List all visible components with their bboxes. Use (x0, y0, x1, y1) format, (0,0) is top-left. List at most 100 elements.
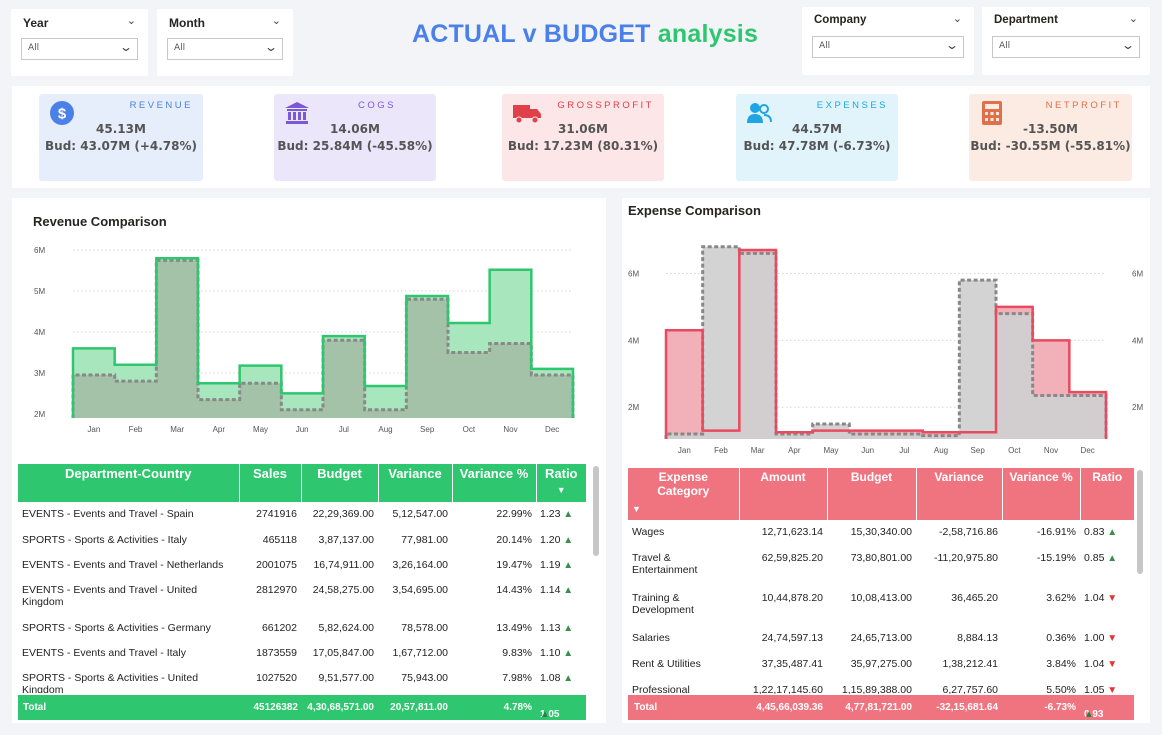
total-variance: 20,57,811.00 (390, 702, 448, 713)
kpi-card-revenue[interactable]: $ REVENUE 45.13M Bud: 43.07M (+4.78%) (39, 94, 203, 181)
year-slicer[interactable]: Year ⌄ All ⌄ (11, 9, 148, 76)
cell-value: 1,15,89,388.00 (841, 684, 912, 694)
ratio-value: 1.04 (1084, 658, 1105, 670)
revenue-table-scrollbar[interactable] (593, 466, 599, 556)
table-row[interactable]: SPORTS - Sports & Activities - Germany 66… (18, 616, 586, 641)
col-header-sales[interactable]: Sales (239, 464, 302, 502)
col-header-variance-pct[interactable]: Variance % (1002, 468, 1081, 520)
table-row[interactable]: Rent & Utilities 37,35,487.41 35,97,275.00… (628, 652, 1134, 678)
x-tick-label: Oct (1008, 446, 1021, 455)
table-row[interactable]: Training & Development 10,44,878.20 10,08,… (628, 586, 1134, 626)
slicer-label: Year (23, 16, 49, 30)
cell-ratio: 1.05 ▼ (1080, 678, 1134, 694)
title-part-1: ACTUAL v BUDGET (411, 20, 651, 48)
kpi-card-grossprofit[interactable]: GROSSPROFIT 31.06M Bud: 17.23M (80.31%) (502, 94, 664, 181)
kpi-card-expenses[interactable]: EXPENSES 44.57M Bud: 47.78M (-6.73%) (736, 94, 898, 181)
col-header-ratio[interactable]: Ratio ▼ (536, 464, 586, 502)
cell-label: Training & Development (632, 592, 694, 616)
revenue-chart[interactable]: 2M 3M 4M 5M 6M Jan Feb Mar Apr May Jun Jul Aug Sep Oct… (12, 232, 606, 442)
table-row[interactable]: EVENTS - Events and Travel - Spain 274191… (18, 502, 586, 528)
chevron-down-icon[interactable]: ⌄ (272, 14, 281, 27)
cell-value: 2001075 (256, 559, 297, 571)
department-slicer[interactable]: Department ⌄ All ⌄ (982, 7, 1150, 75)
table-row[interactable]: Travel & Entertainment 62,59,825.20 73,80,… (628, 546, 1134, 586)
month-slicer[interactable]: Month ⌄ All ⌄ (157, 9, 293, 76)
triangle-down-icon: ▼ (1104, 633, 1118, 644)
ratio-value: 1.00 (1084, 632, 1105, 644)
x-tick-label: Jan (87, 425, 100, 434)
ratio-value: 1.13 (540, 622, 561, 634)
cell-value: 7.98% (502, 672, 532, 684)
col-header-department-country[interactable]: Department-Country (18, 464, 240, 502)
y-tick-label: 6M (628, 269, 639, 278)
cell-value: 12,71,623.14 (761, 526, 823, 538)
expense-table[interactable]: Expense Category ▼ Amount Budget Variance… (628, 468, 1134, 694)
ratio-value: 1.04 (1084, 592, 1105, 604)
cell-value: 78,578.00 (401, 622, 448, 634)
kpi-budget: Bud: -30.55M (-55.81%) (970, 139, 1131, 153)
cell-label: SPORTS - Sports & Activities - Germany (22, 622, 211, 634)
x-tick-label: Sep (420, 425, 435, 434)
revenue-chart-title: Revenue Comparison (33, 214, 167, 229)
table-row[interactable]: EVENTS - Events and Travel - United King… (18, 578, 586, 616)
total-sales: 45126382 (253, 702, 299, 713)
x-tick-label: Sep (971, 446, 986, 455)
y-tick-label: 2M (628, 403, 639, 412)
table-row[interactable]: Professional 1,22,17,145.60 1,15,89,388.00… (628, 678, 1134, 694)
cell-value: 465118 (262, 534, 297, 546)
expense-chart[interactable]: 2M 2M 4M 4M 6M 6M Jan Feb Mar Apr May Jun Jul Aug Sep O… (622, 228, 1150, 460)
svg-text:$: $ (58, 106, 67, 123)
table-row[interactable]: EVENTS - Events and Travel - Italy 187355… (18, 641, 586, 666)
cell-value: 62,59,825.20 (761, 552, 823, 564)
expense-table-scrollbar[interactable] (1137, 470, 1143, 574)
x-tick-label: Jun (861, 446, 874, 455)
cell-value: 3.62% (1046, 592, 1076, 604)
y-tick-label-right: 6M (1132, 269, 1143, 278)
triangle-up-icon: ▲ (560, 623, 574, 634)
col-header-variance[interactable]: Variance (916, 468, 1003, 520)
chevron-down-icon[interactable]: ⌄ (127, 14, 136, 27)
kpi-value: 45.13M (96, 122, 146, 136)
department-dropdown[interactable]: All ⌄ (992, 36, 1140, 58)
x-tick-label: May (253, 425, 268, 434)
table-row[interactable]: Wages 12,71,623.14 15,30,340.00 -2,58,716.8… (628, 520, 1134, 546)
cell-label: SPORTS - Sports & Activities - United Ki… (22, 672, 199, 693)
sort-desc-icon: ▼ (556, 485, 566, 495)
x-tick-label: Jan (678, 446, 691, 455)
table-row[interactable]: EVENTS - Events and Travel - Netherlands… (18, 553, 586, 578)
cell-value: 5,82,624.00 (318, 622, 374, 634)
kpi-budget: Bud: 17.23M (80.31%) (507, 139, 659, 153)
chevron-down-icon[interactable]: ⌄ (1129, 12, 1138, 25)
col-header-budget[interactable]: Budget (827, 468, 917, 520)
col-header-variance-pct[interactable]: Variance % (452, 464, 537, 502)
cell-ratio: 1.10 ▲ (536, 641, 586, 666)
kpi-card-cogs[interactable]: COGS 14.06M Bud: 25.84M (-45.58%) (274, 94, 436, 181)
col-header-ratio[interactable]: Ratio (1080, 468, 1134, 520)
total-label: Total (23, 702, 47, 713)
cell-ratio: 0.83 ▲ (1080, 520, 1134, 546)
col-header-expense-category[interactable]: Expense Category ▼ (628, 468, 740, 520)
cell-value: 13.49% (496, 622, 532, 634)
dropdown-value: All (174, 43, 186, 53)
col-header-variance[interactable]: Variance (378, 464, 453, 502)
month-dropdown[interactable]: All ⌄ (167, 38, 283, 60)
x-tick-label: Jun (296, 425, 309, 434)
kpi-card-netprofit[interactable]: NETPROFIT -13.50M Bud: -30.55M (-55.81%) (969, 94, 1132, 181)
x-tick-label: Nov (1044, 446, 1058, 455)
cell-value: 3,54,695.00 (392, 584, 448, 596)
cell-value: 9.83% (502, 647, 532, 659)
table-row[interactable]: Salaries 24,74,597.13 24,65,713.00 8,884.13… (628, 626, 1134, 652)
table-row[interactable]: SPORTS - Sports & Activities - Italy 4651… (18, 528, 586, 553)
col-header-amount[interactable]: Amount (739, 468, 828, 520)
chevron-down-icon[interactable]: ⌄ (953, 12, 962, 25)
y-tick-label: 6M (34, 246, 45, 255)
table-row[interactable]: SPORTS - Sports & Activities - United Ki… (18, 666, 586, 693)
kpi-name: GROSSPROFIT (557, 100, 654, 111)
cell-value: 9,51,577.00 (318, 672, 374, 684)
ratio-value: 0.85 (1084, 552, 1105, 564)
revenue-table[interactable]: Department-Country Sales Budget Variance… (18, 464, 586, 693)
kpi-name: REVENUE (129, 100, 193, 111)
year-dropdown[interactable]: All ⌄ (21, 38, 138, 60)
x-tick-label: Feb (129, 425, 143, 434)
col-header-budget[interactable]: Budget (301, 464, 379, 502)
